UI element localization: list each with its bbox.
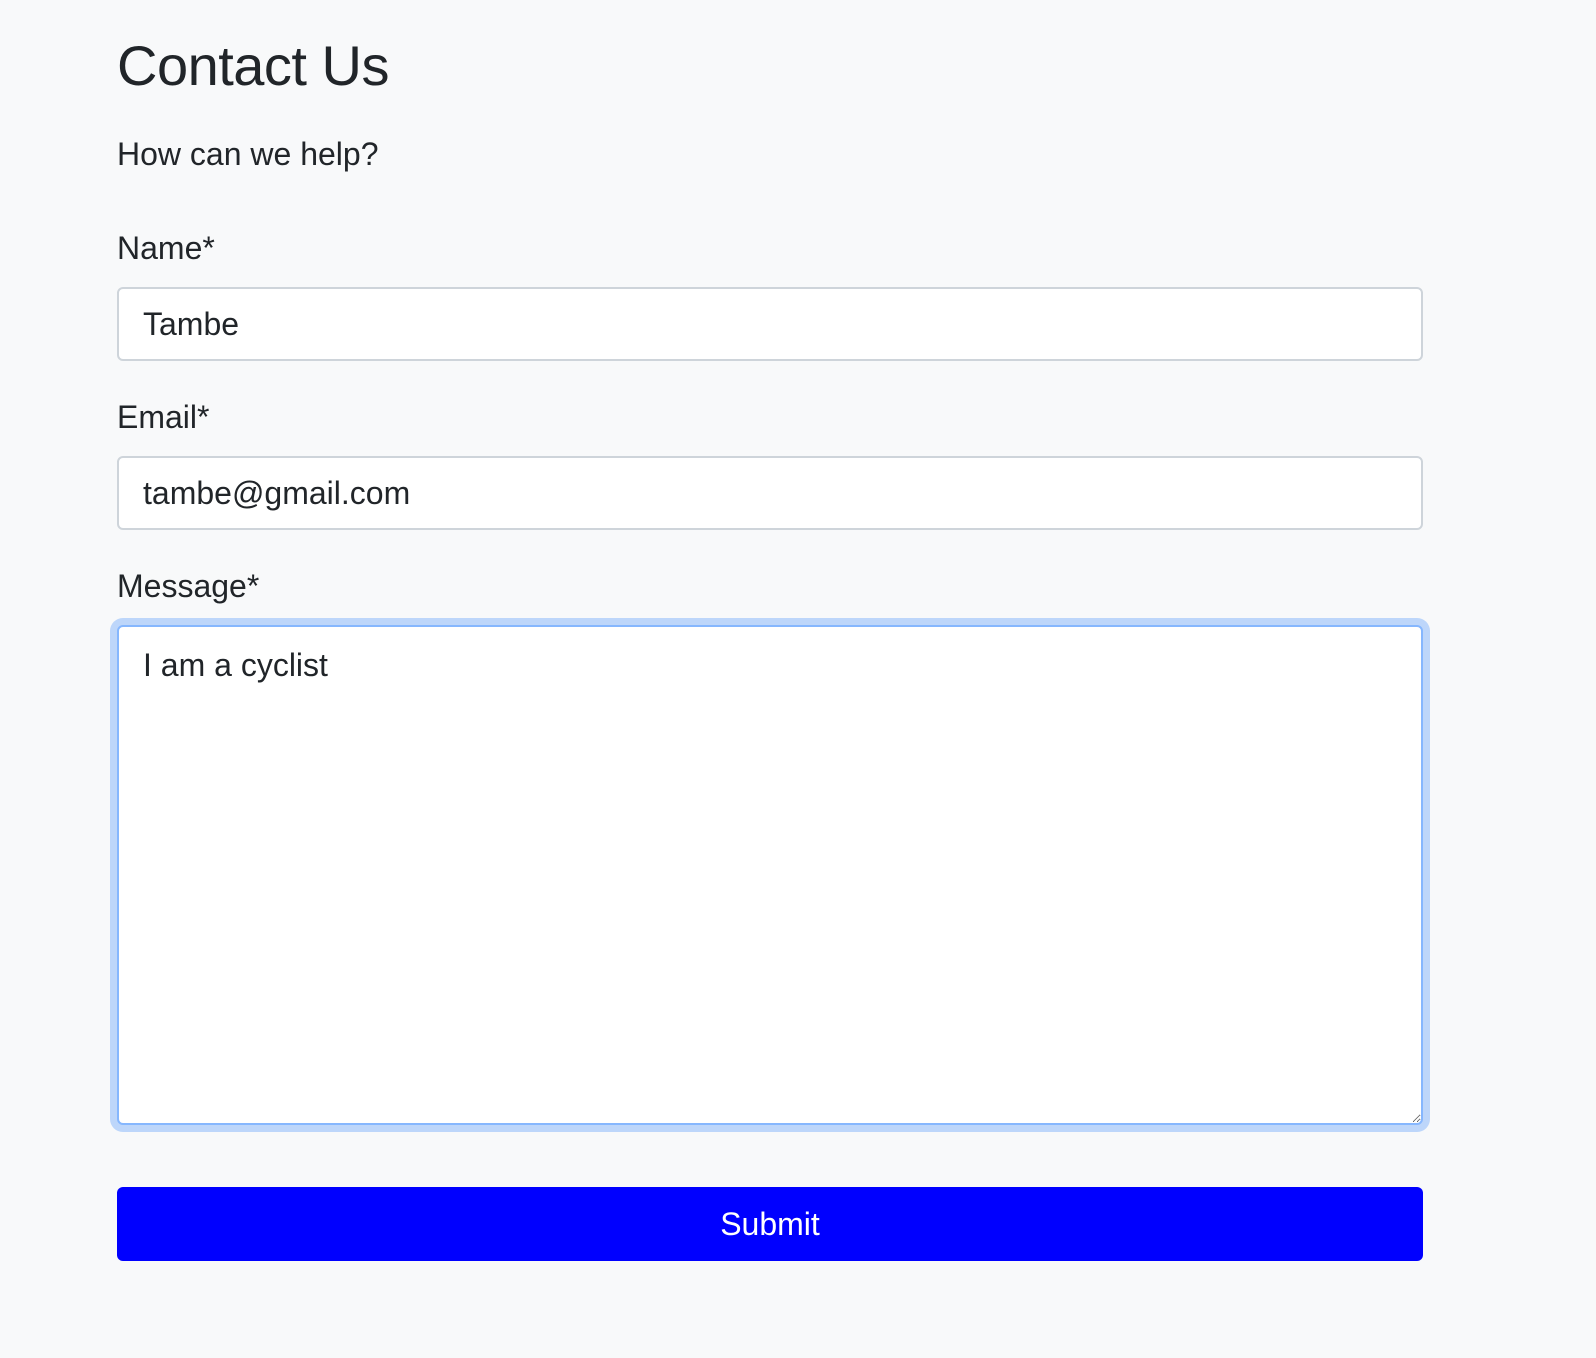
email-label: Email* bbox=[117, 399, 210, 435]
email-input[interactable] bbox=[117, 456, 1423, 530]
name-label: Name* bbox=[117, 230, 215, 266]
page-title: Contact Us bbox=[117, 34, 390, 97]
name-input[interactable] bbox=[117, 287, 1423, 361]
page-subtitle: How can we help? bbox=[117, 136, 379, 172]
message-label: Message* bbox=[117, 568, 260, 604]
message-textarea[interactable]: I am a cyclist bbox=[117, 625, 1423, 1125]
submit-button[interactable]: Submit bbox=[117, 1187, 1423, 1261]
